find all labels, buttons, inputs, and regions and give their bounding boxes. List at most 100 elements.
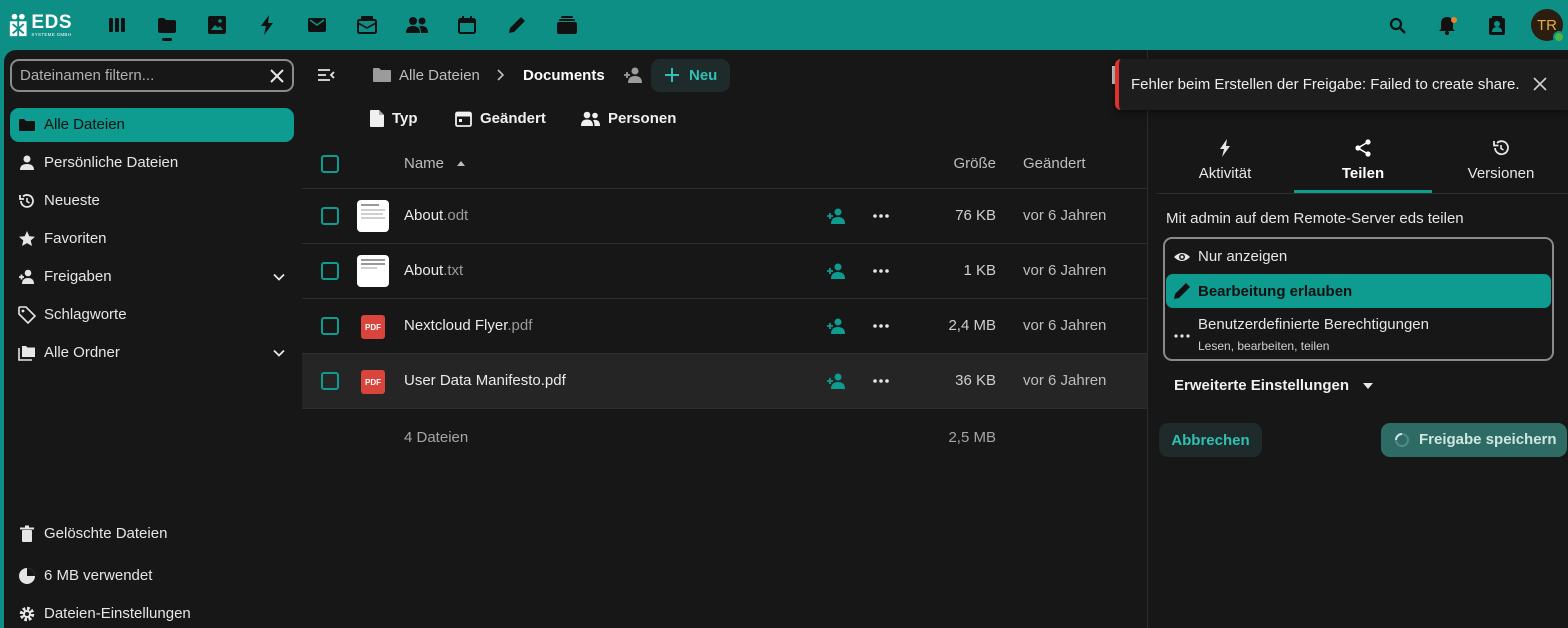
filter-modified[interactable]: Geändert xyxy=(455,107,546,129)
table-row[interactable]: About.odt 76 KB vor 6 Jahren xyxy=(302,189,1148,244)
table-row[interactable]: About.txt 1 KB vor 6 Jahren xyxy=(302,244,1148,299)
nav-item-shares[interactable]: Freigaben xyxy=(10,260,294,294)
permission-selector: Nur anzeigen Bearbeitung erlauben Benutz… xyxy=(1163,237,1554,361)
file-list-view: Alle Dateien Documents Neu Typ Geändert … xyxy=(302,50,1148,628)
user-icon xyxy=(20,155,34,170)
folders-icon xyxy=(18,346,35,361)
file-icon xyxy=(370,109,384,127)
file-name[interactable]: About.odt xyxy=(404,207,468,224)
share-icon[interactable] xyxy=(826,262,846,280)
history-icon xyxy=(19,194,34,208)
table-row[interactable]: PDF Nextcloud Flyer.pdf 2,4 MB vor 6 Jah… xyxy=(302,299,1148,354)
toggle-navigation-icon[interactable] xyxy=(316,65,336,85)
tab-sharing-label: Teilen xyxy=(1341,165,1385,182)
nav-item-deleted-files[interactable]: Gelöschte Dateien xyxy=(10,517,294,551)
sort-ascending-icon xyxy=(457,161,465,166)
nav-item-favorites[interactable]: Favoriten xyxy=(10,222,294,256)
nav-item-recent[interactable]: Neueste xyxy=(10,184,294,218)
row-checkbox[interactable] xyxy=(321,317,339,335)
permission-option-custom[interactable]: Benutzerdefinierte Berechtigungen Lesen,… xyxy=(1166,309,1551,359)
more-actions-icon[interactable] xyxy=(873,318,889,334)
activity-icon xyxy=(1220,139,1230,157)
filter-people[interactable]: Personen xyxy=(581,107,676,129)
file-size: 76 KB xyxy=(955,207,996,224)
advanced-settings-toggle[interactable]: Erweiterte Einstellungen xyxy=(1174,377,1349,394)
file-name[interactable]: User Data Manifesto.pdf xyxy=(404,372,566,389)
share-icon[interactable] xyxy=(826,207,846,225)
announcements-icon[interactable] xyxy=(355,13,379,37)
activity-icon[interactable] xyxy=(255,13,279,37)
photos-icon[interactable] xyxy=(205,13,229,37)
column-size-header[interactable]: Größe xyxy=(953,155,996,172)
cancel-button[interactable]: Abbrechen xyxy=(1159,423,1262,457)
table-row[interactable]: PDF User Data Manifesto.pdf 36 KB vor 6 … xyxy=(302,354,1148,409)
share-icon[interactable] xyxy=(826,317,846,335)
breadcrumb-all-files[interactable]: Alle Dateien xyxy=(399,67,480,84)
nav-item-files-settings[interactable]: Dateien-Einstellungen xyxy=(10,597,294,628)
share-icon[interactable] xyxy=(826,372,846,390)
share-heading: Mit admin auf dem Remote-Server eds teil… xyxy=(1166,210,1464,227)
tab-sharing[interactable]: Teilen xyxy=(1294,136,1432,194)
details-sidebar: Aktivität Teilen Versionen Mit admin auf… xyxy=(1147,50,1568,628)
permission-option-allow-editing[interactable]: Bearbeitung erlauben xyxy=(1166,274,1551,308)
filter-people-label: Personen xyxy=(608,109,677,127)
more-actions-icon[interactable] xyxy=(873,373,889,389)
caret-down-icon[interactable] xyxy=(1362,382,1374,390)
nav-item-all-files[interactable]: Alle Dateien xyxy=(10,108,294,142)
row-checkbox[interactable] xyxy=(321,207,339,225)
contacts-icon[interactable] xyxy=(405,13,429,37)
mail-icon[interactable] xyxy=(305,13,329,37)
breadcrumb-documents[interactable]: Documents xyxy=(523,67,605,84)
brand-logo[interactable]: EDS SYSTEME GMBH xyxy=(8,10,72,40)
more-actions-icon[interactable] xyxy=(873,208,889,224)
notes-icon[interactable] xyxy=(505,13,529,37)
chevron-down-icon[interactable] xyxy=(272,270,286,284)
chevron-down-icon[interactable] xyxy=(272,346,286,360)
clear-filter-icon[interactable] xyxy=(268,67,286,85)
tab-versions[interactable]: Versionen xyxy=(1432,136,1568,194)
nav-item-tags[interactable]: Schlagworte xyxy=(10,298,294,332)
storage-quota[interactable]: 6 MB verwendet xyxy=(10,559,294,593)
nav-item-personal-files[interactable]: Persönliche Dateien xyxy=(10,146,294,180)
nav-label: Schlagworte xyxy=(44,306,127,323)
row-checkbox[interactable] xyxy=(321,372,339,390)
more-actions-icon[interactable] xyxy=(873,263,889,279)
row-checkbox[interactable] xyxy=(321,262,339,280)
file-thumbnail xyxy=(357,255,389,287)
filter-type[interactable]: Typ xyxy=(370,107,418,129)
dots-icon xyxy=(1174,334,1190,338)
permission-sublabel: Lesen, bearbeiten, teilen xyxy=(1198,339,1330,353)
dashboard-icon[interactable] xyxy=(105,13,129,37)
column-name-header[interactable]: Name xyxy=(404,155,444,172)
files-icon[interactable] xyxy=(155,13,179,41)
share-folder-icon[interactable] xyxy=(623,66,643,84)
file-name[interactable]: Nextcloud Flyer.pdf xyxy=(404,317,532,334)
new-button[interactable]: Neu xyxy=(651,59,730,92)
filter-modified-label: Geändert xyxy=(480,109,546,127)
nav-label: 6 MB verwendet xyxy=(44,567,153,584)
column-modified-header[interactable]: Geändert xyxy=(1023,155,1086,172)
nav-item-all-folders[interactable]: Alle Ordner xyxy=(10,336,294,370)
share-user-icon xyxy=(19,269,34,284)
search-icon[interactable] xyxy=(1385,13,1409,37)
eye-icon xyxy=(1174,253,1190,261)
tag-icon xyxy=(18,306,36,324)
calendar-icon[interactable] xyxy=(455,13,479,37)
close-icon[interactable] xyxy=(1533,77,1547,91)
contacts-menu-icon[interactable] xyxy=(1485,13,1509,37)
folder-icon xyxy=(373,68,391,82)
save-share-button-label: Freigabe speichern xyxy=(1419,431,1557,448)
deck-icon[interactable] xyxy=(555,13,579,37)
select-all-checkbox[interactable] xyxy=(321,155,339,173)
file-count-summary: 4 Dateien xyxy=(404,429,469,446)
history-icon xyxy=(1493,140,1509,156)
tab-activity[interactable]: Aktivität xyxy=(1156,136,1294,194)
save-share-button[interactable]: Freigabe speichern xyxy=(1381,423,1567,457)
file-name[interactable]: About.txt xyxy=(404,262,463,279)
nav-label: Persönliche Dateien xyxy=(44,154,179,171)
filename-filter-input[interactable] xyxy=(20,67,260,84)
trash-icon xyxy=(20,525,34,542)
permission-option-view-only[interactable]: Nur anzeigen xyxy=(1166,240,1551,273)
star-icon xyxy=(19,231,35,246)
filename-filter xyxy=(10,59,294,92)
